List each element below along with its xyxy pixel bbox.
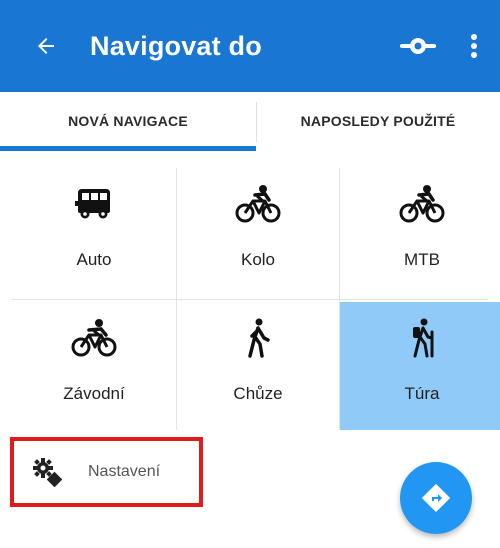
mode-label: Auto [76, 250, 112, 269]
mode-car[interactable]: Auto [12, 168, 176, 296]
mode-grid: Auto Kolo MTB Závodní Chůze Túra [0, 168, 500, 430]
mode-label: Chůze [233, 384, 283, 403]
mtb-icon [399, 185, 445, 223]
back-button[interactable] [28, 28, 64, 64]
mode-label: Kolo [240, 250, 276, 269]
tab-recently-used[interactable]: NAPOSLEDY POUŽITÉ [256, 92, 500, 150]
mode-label: Túra [404, 384, 440, 403]
directions-icon [421, 483, 451, 513]
tab-indicator [0, 146, 256, 151]
mode-label: MTB [404, 250, 440, 269]
hike-icon [413, 318, 434, 358]
bike-icon [235, 185, 281, 223]
mode-bike[interactable]: Kolo [176, 168, 340, 296]
tab-bar: NOVÁ NAVIGACE NAPOSLEDY POUŽITÉ [0, 92, 500, 150]
more-vert-icon [471, 34, 477, 58]
overflow-menu-button[interactable] [460, 28, 488, 64]
route-points-icon [400, 38, 436, 54]
settings-route-icon [33, 458, 62, 487]
car-icon [75, 189, 110, 219]
arrow-left-icon [38, 38, 54, 54]
mode-road-bike[interactable]: Závodní [12, 302, 176, 430]
walk-icon [248, 318, 270, 358]
route-points-button[interactable] [396, 30, 440, 62]
tab-new-navigation[interactable]: NOVÁ NAVIGACE [0, 92, 256, 150]
grid-divider [12, 299, 488, 300]
mode-walk[interactable]: Chůze [176, 302, 340, 430]
settings-button[interactable]: Nastavení [10, 437, 203, 507]
road-bike-icon [71, 319, 117, 357]
mode-mtb[interactable]: MTB [340, 168, 500, 296]
settings-label: Nastavení [88, 463, 161, 480]
navigate-fab[interactable] [400, 462, 472, 534]
page-title: Navigovat do [90, 31, 262, 61]
mode-hike[interactable]: Túra [340, 302, 500, 430]
tab-divider [256, 102, 257, 142]
app-bar: Navigovat do [0, 0, 500, 92]
mode-label: Závodní [63, 384, 125, 403]
